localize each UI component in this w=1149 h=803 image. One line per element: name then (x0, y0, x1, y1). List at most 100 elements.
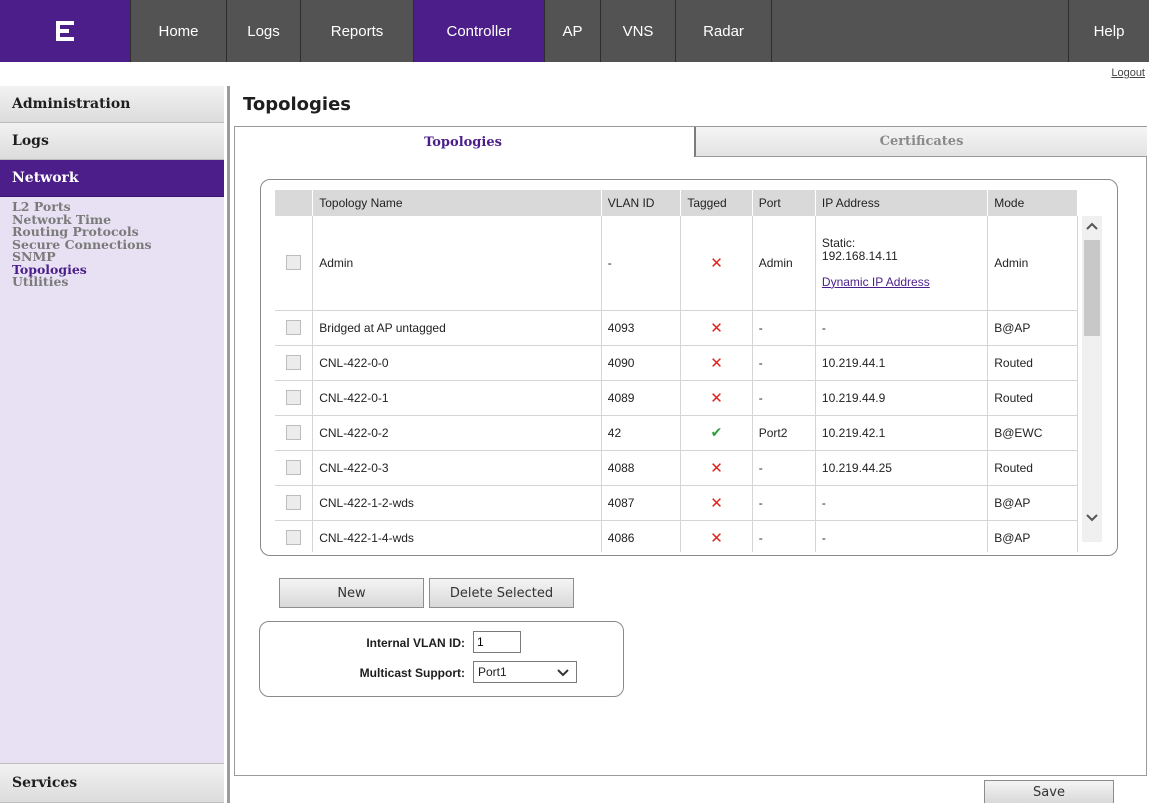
tagged-check-icon: ✔ (710, 424, 723, 440)
column-header-tagged[interactable]: Tagged (680, 190, 753, 216)
row-select-cell (275, 216, 314, 311)
cell-port: Port2 (752, 415, 816, 451)
row-checkbox[interactable] (286, 255, 302, 271)
column-header-ip-address[interactable]: IP Address (815, 190, 989, 216)
cell-ip-address: 10.219.44.9 (815, 380, 989, 416)
nav-tab-vns[interactable]: VNS (601, 0, 676, 62)
table-row[interactable]: CNL-422-0-3 4088 ✕ - 10.219.44.25 Routed (275, 450, 1078, 486)
cell-ip-address: 10.219.42.1 (815, 415, 989, 451)
scroll-down-arrow[interactable] (1084, 510, 1100, 526)
delete-selected-button[interactable]: Delete Selected (429, 578, 574, 608)
row-select-cell (275, 485, 314, 521)
row-checkbox[interactable] (286, 495, 302, 511)
cell-tagged: ✕ (680, 216, 753, 311)
row-checkbox[interactable] (286, 390, 302, 406)
cell-port: - (752, 485, 816, 521)
internal-vlan-id-input[interactable] (473, 631, 521, 653)
cell-mode: Routed (987, 450, 1078, 486)
logout-link[interactable]: Logout (1111, 67, 1145, 79)
table-vertical-scrollbar[interactable] (1082, 216, 1102, 542)
cell-vlan-id: 42 (601, 415, 682, 451)
cell-mode: B@EWC (987, 415, 1078, 451)
top-navigation: Home Logs Reports Controller AP VNS Rada… (0, 0, 1149, 62)
topology-table-viewport[interactable]: Topology Name VLAN ID Tagged Port IP Add… (275, 190, 1078, 552)
row-select-cell (275, 345, 314, 381)
topology-table-frame: Topology Name VLAN ID Tagged Port IP Add… (260, 179, 1118, 556)
tab-topologies[interactable]: Topologies (235, 127, 691, 157)
sidebar-section-logs[interactable]: Logs (0, 123, 224, 160)
multicast-support-label: Multicast Support: (359, 666, 465, 680)
row-checkbox[interactable] (286, 530, 302, 546)
column-header-topology-name[interactable]: Topology Name (312, 190, 602, 216)
nav-tab-reports[interactable]: Reports (301, 0, 414, 62)
cell-topology-name: Admin (312, 216, 602, 311)
cell-mode: Routed (987, 345, 1078, 381)
row-checkbox[interactable] (286, 355, 302, 371)
cell-topology-name: CNL-422-0-3 (312, 450, 602, 486)
row-checkbox[interactable] (286, 425, 302, 441)
table-header-row: Topology Name VLAN ID Tagged Port IP Add… (275, 190, 1078, 216)
column-header-vlan-id[interactable]: VLAN ID (601, 190, 682, 216)
untagged-x-icon: ✕ (710, 254, 723, 272)
column-header-port[interactable]: Port (752, 190, 816, 216)
cell-port: - (752, 520, 816, 552)
table-row[interactable]: CNL-422-1-2-wds 4087 ✕ - - B@AP (275, 485, 1078, 521)
sidebar-divider[interactable] (227, 86, 230, 803)
cell-tagged: ✕ (680, 485, 753, 521)
nav-tab-ap[interactable]: AP (545, 0, 601, 62)
row-checkbox[interactable] (286, 460, 302, 476)
sidebar-section-administration[interactable]: Administration (0, 86, 224, 123)
scroll-up-arrow[interactable] (1084, 218, 1100, 234)
sidebar: Administration Logs Network L2 Ports Net… (0, 86, 224, 803)
cell-tagged: ✕ (680, 450, 753, 486)
page-title: Topologies (243, 94, 352, 115)
cell-tagged: ✕ (680, 345, 753, 381)
table-row[interactable]: CNL-422-1-4-wds 4086 ✕ - - B@AP (275, 520, 1078, 552)
sidebar-section-network[interactable]: Network (0, 160, 224, 197)
untagged-x-icon: ✕ (710, 389, 723, 407)
row-select-cell (275, 380, 314, 416)
table-row[interactable]: Bridged at AP untagged 4093 ✕ - - B@AP (275, 310, 1078, 346)
row-checkbox[interactable] (286, 320, 302, 336)
nav-spacer (772, 0, 1069, 62)
table-row[interactable]: CNL-422-0-2 42 ✔ Port2 10.219.42.1 B@EWC (275, 415, 1078, 451)
multicast-support-select[interactable]: Port1 (473, 661, 577, 683)
cell-tagged: ✕ (680, 310, 753, 346)
scrollbar-thumb[interactable] (1084, 240, 1100, 336)
table-body: Admin - ✕ Admin Static: 192.168.14.11 Dy… (275, 216, 1078, 552)
table-row[interactable]: Admin - ✕ Admin Static: 192.168.14.11 Dy… (275, 216, 1078, 311)
logo[interactable] (0, 0, 131, 62)
cell-ip-address: Static: 192.168.14.11 Dynamic IP Address (815, 216, 989, 311)
sidebar-network-items: L2 Ports Network Time Routing Protocols … (0, 197, 224, 289)
untagged-x-icon: ✕ (710, 494, 723, 512)
save-button[interactable]: Save (984, 780, 1114, 803)
nav-tab-radar[interactable]: Radar (676, 0, 772, 62)
nav-tab-home[interactable]: Home (131, 0, 227, 62)
nav-tab-controller[interactable]: Controller (414, 0, 545, 62)
ip-static-label: Static: (821, 235, 856, 250)
cell-topology-name: CNL-422-0-2 (312, 415, 602, 451)
cell-topology-name: CNL-422-1-2-wds (312, 485, 602, 521)
table-row[interactable]: CNL-422-0-1 4089 ✕ - 10.219.44.9 Routed (275, 380, 1078, 416)
cell-topology-name: CNL-422-0-1 (312, 380, 602, 416)
cell-port: - (752, 380, 816, 416)
nav-tab-logs[interactable]: Logs (227, 0, 301, 62)
new-button[interactable]: New (279, 578, 424, 608)
table-row[interactable]: CNL-422-0-0 4090 ✕ - 10.219.44.1 Routed (275, 345, 1078, 381)
untagged-x-icon: ✕ (710, 319, 723, 337)
cell-port: - (752, 310, 816, 346)
cell-ip-address: 10.219.44.1 (815, 345, 989, 381)
dynamic-ip-address-link[interactable]: Dynamic IP Address (822, 275, 981, 289)
topology-table: Topology Name VLAN ID Tagged Port IP Add… (275, 190, 1078, 552)
internal-vlan-id-label: Internal VLAN ID: (366, 636, 465, 650)
nav-tab-help[interactable]: Help (1069, 0, 1149, 62)
ip-static-value: 192.168.14.11 (821, 248, 898, 263)
cell-tagged: ✕ (680, 380, 753, 416)
cell-mode: B@AP (987, 485, 1078, 521)
content-panel: Topologies Certificates Topology Name VL… (234, 126, 1147, 776)
tab-certificates[interactable]: Certificates (694, 127, 1147, 157)
column-header-mode[interactable]: Mode (987, 190, 1078, 216)
cell-mode: B@AP (987, 520, 1078, 552)
sidebar-section-services[interactable]: Services (0, 763, 224, 803)
sidebar-item-utilities[interactable]: Utilities (12, 275, 224, 289)
